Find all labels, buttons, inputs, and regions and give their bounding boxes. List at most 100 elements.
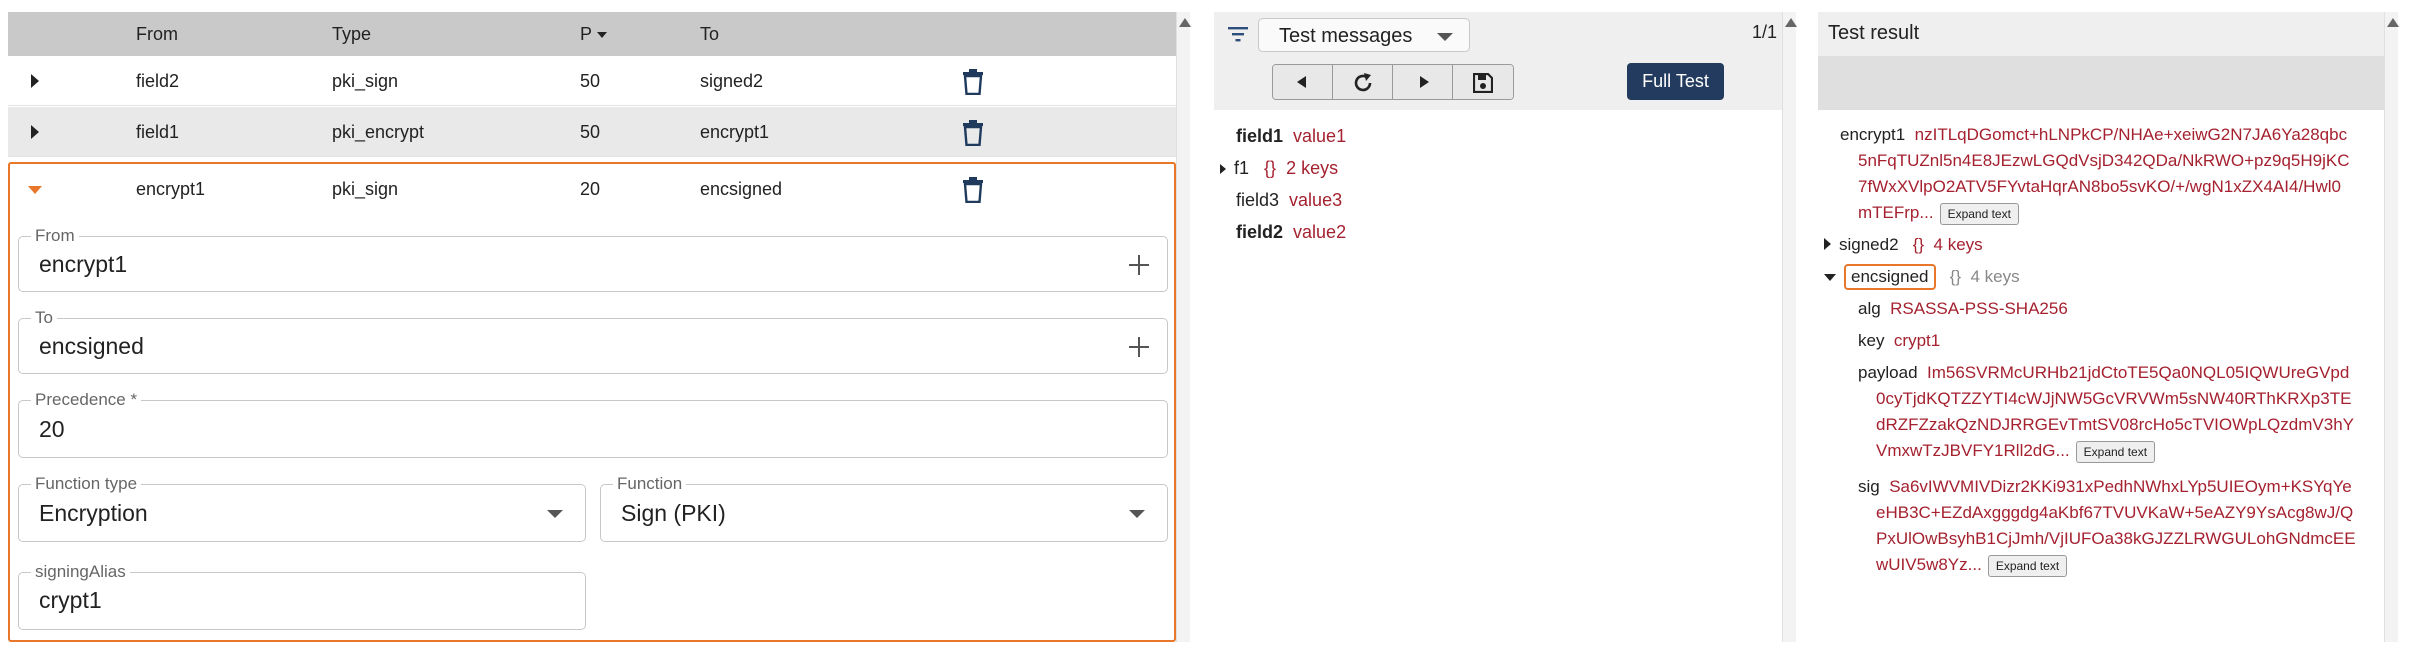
result-key: signed2 — [1839, 235, 1899, 254]
result-field-alg: alg RSASSA-PSS-SHA256 — [1858, 296, 2068, 322]
function-value: Sign (PKI) — [621, 500, 726, 526]
result-scrollbar[interactable] — [2384, 12, 2399, 642]
delete-icon[interactable] — [962, 120, 984, 146]
result-value-line: Sa6vIWVMIVDizr2KKi931xPedhNWhxLYp5UIEOym… — [1889, 477, 2352, 496]
filter-icon[interactable] — [1228, 26, 1248, 42]
transform-editor: encrypt1 pki_sign 20 encsigned From encr… — [8, 162, 1176, 642]
to-label: To — [31, 308, 57, 328]
collapse-row-icon[interactable] — [28, 186, 42, 194]
chevron-down-icon[interactable] — [547, 510, 563, 518]
result-value-line: dRZFZzakQzNDJRRGEvTmtSV08rcHo5cTVIOWpLQz… — [1876, 415, 2354, 434]
row-type: pki_encrypt — [332, 122, 425, 142]
result-field-signed2[interactable]: signed2 {} 4 keys — [1824, 232, 1983, 258]
test-result-panel: Test result encrypt1 nzITLqDGomct+hLNPkC… — [1818, 12, 2384, 642]
result-key: payload — [1858, 363, 1918, 382]
message-page-counter: 1/1 — [1752, 22, 1778, 42]
function-label: Function — [613, 474, 687, 494]
scroll-up-icon[interactable] — [1179, 18, 1191, 27]
result-field-sig: sig Sa6vIWVMIVDizr2KKi931xPedhNWhxLYp5UI… — [1858, 474, 2352, 500]
result-value-line: eHB3C+EZdAxgggdg4aKbf67TVUVKaW+5eAZY9YsA… — [1876, 503, 2354, 522]
expand-text-button[interactable]: Expand text — [1939, 202, 2019, 225]
row-precedence: 50 — [580, 71, 601, 91]
result-value-line: PxUlOwBsyhB1CjJmh/VjIUFOa38kGJZZLRWGULoh… — [1876, 529, 2356, 548]
to-field[interactable]: To encsigned — [18, 308, 1168, 374]
expand-text-button[interactable]: Expand text — [1987, 554, 2068, 577]
from-field[interactable]: From encrypt1 — [18, 226, 1168, 292]
test-messages-select[interactable]: Test messages — [1258, 18, 1470, 52]
message-key: field3 — [1236, 190, 1280, 210]
row-from: field1 — [136, 122, 180, 142]
column-header-type[interactable]: Type — [332, 24, 371, 45]
result-value-line-last: wUIV5w8Yz... Expand text — [1876, 552, 2068, 578]
test-messages-select-label: Test messages — [1279, 25, 1413, 47]
result-key: sig — [1858, 477, 1880, 496]
signing-alias-value: crypt1 — [39, 587, 102, 613]
row-precedence: 50 — [580, 122, 601, 142]
previous-message-button[interactable] — [1273, 65, 1333, 99]
result-field-encsigned[interactable]: encsigned {} 4 keys — [1824, 264, 2020, 290]
message-nav-buttons — [1272, 64, 1514, 100]
signing-alias-label: signingAlias — [31, 562, 130, 582]
result-key: encrypt1 — [1840, 125, 1906, 144]
function-type-select[interactable]: Function type Encryption — [18, 474, 586, 542]
message-field[interactable]: field3 value3 — [1236, 190, 1342, 211]
message-key: f1 — [1234, 158, 1250, 178]
function-type-label: Function type — [31, 474, 142, 494]
result-key-selected[interactable]: encsigned — [1844, 264, 1936, 290]
refresh-button[interactable] — [1333, 65, 1393, 99]
signing-alias-field[interactable]: signingAlias crypt1 — [18, 562, 586, 630]
chevron-right-icon — [1420, 76, 1429, 88]
full-test-button[interactable]: Full Test — [1627, 63, 1724, 100]
to-value: encsigned — [39, 333, 144, 359]
result-braces: {} — [1949, 267, 1962, 286]
message-value: 2 keys — [1286, 158, 1339, 178]
scroll-up-icon[interactable] — [1785, 18, 1797, 27]
test-messages-toolbar: Test messages 1/1 Full Test — [1214, 12, 1782, 110]
result-value-line: mTEFrp... — [1858, 203, 1934, 222]
collapse-icon[interactable] — [1824, 274, 1836, 282]
table-row[interactable]: field2 pki_sign 50 signed2 — [8, 56, 1176, 106]
column-header-precedence[interactable]: P — [580, 24, 608, 45]
next-message-button[interactable] — [1393, 65, 1453, 99]
scroll-up-icon[interactable] — [2387, 18, 2399, 27]
messages-scrollbar[interactable] — [1782, 12, 1797, 642]
row-to: signed2 — [700, 71, 764, 91]
precedence-label: Precedence * — [31, 390, 142, 410]
column-header-to[interactable]: To — [700, 24, 719, 45]
sort-desc-icon — [597, 32, 608, 39]
delete-icon[interactable] — [962, 177, 984, 203]
function-select[interactable]: Function Sign (PKI) — [600, 474, 1168, 542]
expand-icon[interactable] — [1220, 164, 1226, 174]
result-key: alg — [1858, 299, 1881, 318]
message-field[interactable]: f1 {} 2 keys — [1220, 158, 1338, 179]
test-result-toolbar — [1818, 56, 2384, 110]
expand-row-icon[interactable] — [31, 74, 39, 88]
result-value-line-last: VmxwTzJBVFY1Rll2dG... Expand text — [1876, 438, 2156, 464]
left-scrollbar[interactable] — [1176, 12, 1191, 642]
table-row-expanded[interactable]: encrypt1 pki_sign 20 encsigned — [10, 164, 1174, 214]
message-key: field2 — [1236, 222, 1284, 242]
result-value-line: 7fWxXVlpO2ATV5FYvtaHqrAN8bo5svKO/+/wgN1x… — [1858, 177, 2341, 196]
test-result-header: Test result — [1818, 12, 2384, 56]
save-message-button[interactable] — [1453, 65, 1513, 99]
expand-icon[interactable] — [1824, 238, 1831, 250]
chevron-left-icon — [1297, 76, 1306, 88]
row-to: encsigned — [700, 179, 783, 199]
message-key: field1 — [1236, 126, 1284, 146]
row-precedence: 20 — [580, 179, 601, 199]
chevron-down-icon[interactable] — [1129, 510, 1145, 518]
add-icon[interactable] — [1129, 255, 1149, 275]
column-header-from[interactable]: From — [136, 24, 178, 45]
test-messages-panel: Test messages 1/1 Full Test field1 value… — [1214, 12, 1782, 642]
delete-icon[interactable] — [962, 69, 984, 95]
expand-text-button[interactable]: Expand text — [2075, 440, 2156, 463]
expand-row-icon[interactable] — [31, 125, 39, 139]
table-row[interactable]: field1 pki_encrypt 50 encrypt1 — [8, 107, 1176, 157]
column-header-precedence-label: P — [580, 24, 593, 44]
message-field[interactable]: field2 value2 — [1236, 222, 1346, 243]
refresh-icon — [1354, 73, 1372, 92]
precedence-field[interactable]: Precedence * 20 — [18, 390, 1168, 458]
add-icon[interactable] — [1129, 337, 1149, 357]
result-value-line: 5nFqTUZnl5n4E8JEzwLGQdVsjD342QDa/NkRWO+p… — [1858, 151, 2350, 170]
message-field[interactable]: field1 value1 — [1236, 126, 1346, 147]
